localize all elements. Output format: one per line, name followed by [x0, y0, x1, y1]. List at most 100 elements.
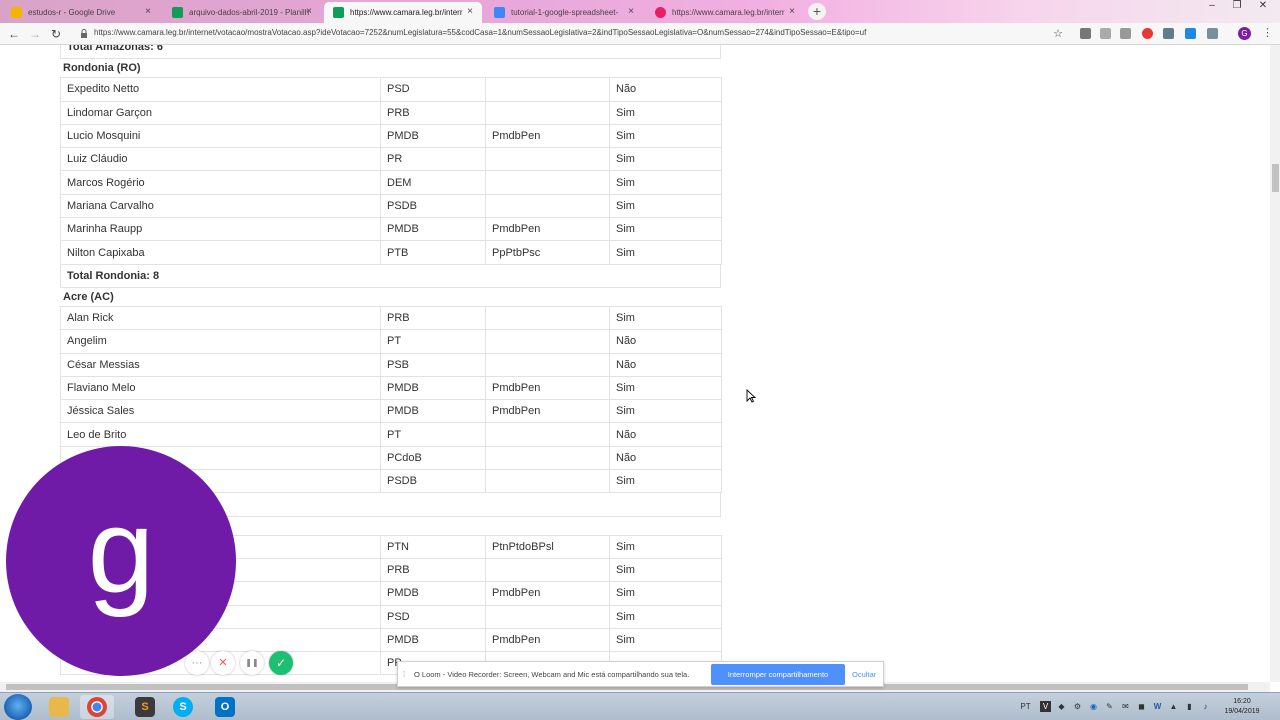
tray-icon[interactable]: ◆: [1056, 701, 1067, 712]
folder-icon: [49, 697, 69, 717]
extension-icon[interactable]: [1185, 28, 1196, 39]
cell-party: PMDB: [380, 123, 486, 149]
taskbar-outlook[interactable]: O: [208, 695, 242, 719]
close-icon[interactable]: ×: [142, 6, 154, 18]
table-row: Angelim PT Não: [60, 329, 722, 354]
cell-name: Lucio Mosquini: [60, 123, 381, 149]
cell-party: PSDB: [380, 469, 486, 494]
cell-bloc: [485, 352, 610, 377]
table-row: Alan Rick PRB Sim: [60, 305, 722, 331]
taskbar-explorer[interactable]: [42, 695, 76, 719]
vertical-scrollbar[interactable]: [1270, 45, 1280, 682]
tray-icon[interactable]: ▲: [1168, 701, 1179, 712]
language-indicator[interactable]: PT: [1020, 701, 1031, 712]
cell-name: César Messias: [60, 352, 381, 377]
close-icon[interactable]: ×: [464, 6, 476, 18]
tab-google-drive[interactable]: estudos-r - Google Drive ×: [2, 2, 160, 23]
cell-party: PRB: [380, 557, 486, 583]
extension-icon[interactable]: [1163, 28, 1174, 39]
maximize-icon[interactable]: ❐: [1228, 0, 1246, 14]
total-amazonas: Total Amazonas: 6: [60, 45, 721, 60]
tray-icon[interactable]: ◉: [1088, 701, 1099, 712]
cell-party: PCdoB: [380, 445, 486, 471]
cell-bloc: PmdbPen: [485, 581, 610, 606]
table-row: Mariana Carvalho PSDB Sim: [60, 193, 722, 219]
tab-docs[interactable]: tutorial-1-google-spreadsheet- ×: [485, 2, 643, 23]
tab-camara-2[interactable]: https://www.camara.leg.br/interr ×: [646, 2, 804, 23]
menu-kebab-icon[interactable]: ⋮: [1262, 27, 1273, 41]
cell-party: PRB: [380, 305, 486, 331]
scrollbar-thumb[interactable]: [1272, 164, 1279, 192]
cell-name: Lindomar Garçon: [60, 100, 381, 125]
cell-vote: Não: [609, 352, 722, 377]
cell-bloc: [485, 77, 610, 102]
bookmark-star-icon[interactable]: ☆: [1050, 26, 1066, 42]
cell-vote: Sim: [609, 170, 722, 195]
address-bar[interactable]: https://www.camara.leg.br/internet/votac…: [72, 25, 1072, 43]
cell-vote: Sim: [609, 217, 722, 242]
forward-arrow-icon[interactable]: →: [27, 26, 43, 42]
extension-icon[interactable]: [1120, 28, 1131, 39]
clock-date: 19/04/2019: [1224, 708, 1260, 715]
skype-icon: S: [173, 697, 193, 717]
camara-icon: [333, 7, 344, 18]
cell-bloc: [485, 193, 610, 219]
network-icon[interactable]: ▮: [1184, 701, 1195, 712]
tab-sheets[interactable]: arquivo-dados-abril-2019 - Planilhas ×: [163, 2, 321, 23]
cell-party: PR: [380, 147, 486, 172]
profile-avatar[interactable]: G: [1238, 27, 1251, 40]
minimize-icon[interactable]: –: [1203, 0, 1221, 14]
hide-button[interactable]: Ocultar: [852, 670, 876, 679]
back-arrow-icon[interactable]: ←: [6, 26, 22, 42]
loom-cancel-button[interactable]: ✕: [211, 651, 235, 675]
loom-done-button[interactable]: ✓: [269, 651, 293, 675]
word-icon[interactable]: W: [1152, 701, 1163, 712]
cell-bloc: [485, 422, 610, 447]
table-row: Lucio Mosquini PMDB PmdbPen Sim: [60, 123, 722, 149]
close-window-icon[interactable]: ✕: [1254, 0, 1272, 14]
tray-icon[interactable]: ✎: [1104, 701, 1115, 712]
new-tab-button[interactable]: +: [808, 3, 826, 20]
close-icon[interactable]: ×: [625, 6, 637, 18]
loom-more-button[interactable]: ···: [185, 651, 209, 675]
cell-party: PRB: [380, 100, 486, 125]
cell-name: Nilton Capixaba: [60, 240, 381, 265]
close-icon[interactable]: ×: [303, 6, 315, 18]
table-row: Marinha Raupp PMDB PmdbPen Sim: [60, 217, 722, 242]
cell-party: PTN: [380, 534, 486, 559]
browser-toolbar: ← → ↻ https://www.camara.leg.br/internet…: [0, 23, 1280, 45]
cell-party: PT: [380, 422, 486, 447]
close-icon[interactable]: ×: [786, 6, 798, 18]
camera-extension-icon[interactable]: [1080, 28, 1091, 39]
extension-icon[interactable]: [1142, 28, 1153, 39]
tray-icon[interactable]: ✉: [1120, 701, 1131, 712]
tab-camara-active[interactable]: https://www.camara.leg.br/interr ×: [324, 2, 482, 23]
volume-icon[interactable]: ♪: [1200, 701, 1211, 712]
extension-icon[interactable]: [1207, 28, 1218, 39]
tray-icon[interactable]: V: [1040, 701, 1051, 712]
cell-bloc: [485, 100, 610, 125]
tray-icon[interactable]: ⚙: [1072, 701, 1083, 712]
stop-sharing-button[interactable]: Interromper compartilhamento: [711, 664, 845, 685]
taskbar-skype[interactable]: S: [166, 695, 200, 719]
cell-vote: Não: [609, 77, 722, 102]
cell-bloc: PpPtbPsc: [485, 240, 610, 265]
reload-icon[interactable]: ↻: [48, 26, 64, 42]
cell-name: Leo de Brito: [60, 422, 381, 447]
cell-vote: Sim: [609, 604, 722, 629]
extension-icon[interactable]: [1100, 28, 1111, 39]
cell-bloc: [485, 604, 610, 629]
tray-icon[interactable]: ◼: [1136, 701, 1147, 712]
table-row: Expedito Netto PSD Não: [60, 77, 722, 102]
share-message: O Loom - Video Recorder: Screen, Webcam …: [414, 670, 690, 679]
taskbar-chrome[interactable]: [80, 695, 114, 719]
cell-vote: Sim: [609, 123, 722, 149]
taskbar-sublime[interactable]: S: [128, 695, 162, 719]
loom-webcam-bubble[interactable]: g: [6, 446, 236, 676]
drag-handle-icon[interactable]: ⁞: [403, 670, 407, 680]
loom-pause-button[interactable]: ❚❚: [240, 651, 264, 675]
clock[interactable]: 16:20 19/04/2019: [1220, 697, 1264, 717]
start-button[interactable]: [4, 694, 32, 720]
cell-name: Marinha Raupp: [60, 217, 381, 242]
cell-party: PTB: [380, 240, 486, 265]
